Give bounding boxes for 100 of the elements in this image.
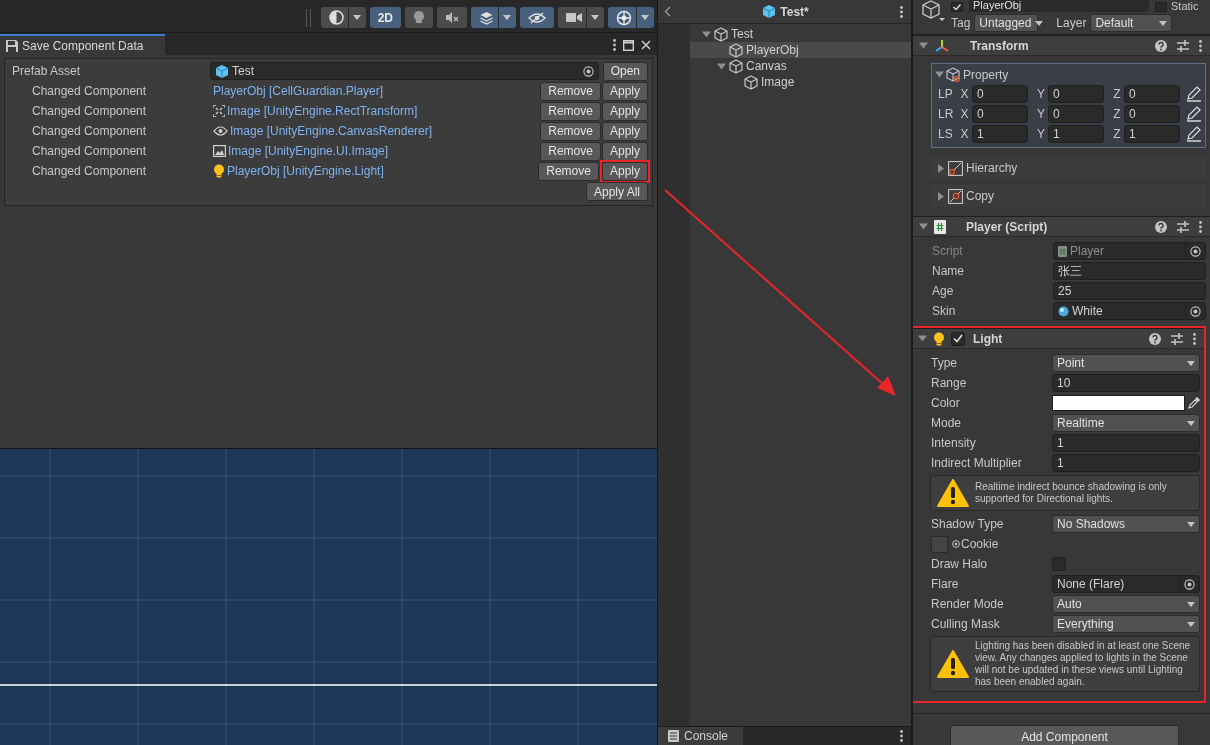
text-field[interactable]: 1 xyxy=(1052,454,1200,472)
text-field[interactable]: 张三 xyxy=(1053,262,1206,280)
layer-dropdown[interactable]: Default xyxy=(1090,14,1173,32)
object-picker-icon[interactable] xyxy=(952,540,960,548)
color-swatch[interactable] xyxy=(1052,395,1185,411)
foldout-arrow-icon[interactable] xyxy=(935,70,944,79)
text-field[interactable]: 25 xyxy=(1053,282,1206,300)
help-icon[interactable] xyxy=(1155,220,1167,233)
pencil-icon[interactable] xyxy=(1186,106,1202,122)
component-link[interactable]: Image [UnityEngine.UI.Image] xyxy=(210,144,541,158)
dropdown-field[interactable]: No Shadows xyxy=(1052,515,1200,533)
presets-icon[interactable] xyxy=(1177,220,1189,233)
remove-button[interactable]: Remove xyxy=(540,121,601,141)
lighting-toggle-button[interactable] xyxy=(405,7,433,28)
more-options-icon[interactable] xyxy=(613,39,616,51)
pencil-icon[interactable] xyxy=(1186,126,1202,142)
eyedropper-icon[interactable] xyxy=(1188,397,1200,409)
number-field[interactable]: 1 xyxy=(972,125,1028,143)
hierarchy-item[interactable]: Image xyxy=(690,74,911,90)
foldout-header[interactable]: Copy xyxy=(931,185,1206,207)
dropdown-field[interactable]: Realtime xyxy=(1052,414,1200,432)
help-icon[interactable] xyxy=(1155,39,1167,52)
number-field[interactable]: 0 xyxy=(972,105,1028,123)
component-header[interactable]: Player (Script) xyxy=(913,216,1210,237)
presets-icon[interactable] xyxy=(1177,39,1189,52)
remove-button[interactable]: Remove xyxy=(540,81,601,101)
draw-mode-button[interactable] xyxy=(320,7,366,28)
more-options-icon[interactable] xyxy=(900,5,903,18)
number-field[interactable]: 0 xyxy=(972,85,1028,103)
object-picker-icon[interactable] xyxy=(582,65,594,77)
foldout-arrow-icon[interactable] xyxy=(702,29,711,39)
more-options-icon[interactable] xyxy=(1199,220,1202,233)
console-tab[interactable]: Console xyxy=(658,727,743,745)
foldout-header[interactable]: Hierarchy xyxy=(931,157,1206,179)
more-options-icon[interactable] xyxy=(1199,39,1202,52)
component-header[interactable]: Light xyxy=(913,328,1204,349)
dropdown-field[interactable]: Point xyxy=(1052,354,1200,372)
remove-button[interactable]: Remove xyxy=(540,141,601,161)
checkbox[interactable] xyxy=(951,2,963,12)
2d-toggle-button[interactable]: 2D xyxy=(369,7,401,28)
object-picker-icon[interactable] xyxy=(1184,578,1195,590)
hierarchy-item[interactable]: PlayerObj xyxy=(690,42,911,58)
dropdown-field[interactable]: Auto xyxy=(1052,595,1200,613)
checkbox[interactable] xyxy=(1052,557,1066,571)
presets-icon[interactable] xyxy=(1171,332,1183,345)
component-link[interactable]: Image [UnityEngine.RectTransform] xyxy=(210,104,541,118)
apply-button[interactable]: Apply xyxy=(601,121,648,141)
foldout-arrow-icon[interactable] xyxy=(936,163,945,173)
apply-button[interactable]: Apply xyxy=(601,101,648,121)
object-field[interactable]: None (Flare) xyxy=(1052,575,1200,593)
field-label: Color xyxy=(931,396,961,410)
foldout-arrow-icon[interactable] xyxy=(717,61,726,71)
text-field[interactable]: 1 xyxy=(1052,434,1200,452)
apply-button[interactable]: Apply xyxy=(601,161,648,181)
foldout-arrow-icon[interactable] xyxy=(936,191,945,201)
more-options-icon[interactable] xyxy=(1193,332,1196,345)
number-field[interactable]: 0 xyxy=(1124,105,1180,123)
number-field[interactable]: 1 xyxy=(1048,125,1104,143)
foldout-arrow-icon[interactable] xyxy=(919,41,928,50)
gizmos-button[interactable] xyxy=(608,7,654,28)
more-options-icon[interactable] xyxy=(900,730,903,742)
close-icon[interactable] xyxy=(641,40,651,50)
foldout-arrow-icon[interactable] xyxy=(918,334,927,343)
effects-button[interactable] xyxy=(471,7,516,28)
remove-button[interactable]: Remove xyxy=(538,161,599,181)
visibility-toggle-button[interactable] xyxy=(520,7,554,28)
help-icon[interactable] xyxy=(1149,332,1161,345)
number-field[interactable]: 0 xyxy=(1048,85,1104,103)
enabled-checkbox[interactable] xyxy=(951,331,965,346)
apply-button[interactable]: Apply xyxy=(601,81,648,101)
apply-all-button[interactable]: Apply All xyxy=(585,182,648,201)
number-field[interactable]: 0 xyxy=(1048,105,1104,123)
window-tab[interactable]: Save Component Data xyxy=(0,34,165,55)
object-field[interactable]: White xyxy=(1053,302,1206,320)
prefab-field[interactable]: Test xyxy=(210,62,599,80)
checkbox[interactable] xyxy=(1155,2,1167,12)
caret-icon xyxy=(1187,360,1195,366)
hierarchy-item[interactable]: Test xyxy=(690,26,911,42)
number-field[interactable]: 1 xyxy=(1124,125,1180,143)
row-label: LS xyxy=(937,127,954,141)
remove-button[interactable]: Remove xyxy=(540,101,601,121)
apply-button[interactable]: Apply xyxy=(601,141,648,161)
back-chevron-icon[interactable] xyxy=(664,6,671,17)
pencil-icon[interactable] xyxy=(1186,86,1202,102)
dropdown-field[interactable]: Everything xyxy=(1052,615,1200,633)
component-header[interactable]: Transform xyxy=(913,35,1210,56)
maximize-icon[interactable] xyxy=(623,39,634,51)
number-field[interactable]: 0 xyxy=(1124,85,1180,103)
component-link[interactable]: PlayerObj [CellGuardian.Player] xyxy=(210,84,541,98)
text-field[interactable]: 10 xyxy=(1052,374,1200,392)
hierarchy-item[interactable]: Canvas xyxy=(690,58,911,74)
add-component-button[interactable]: Add Component xyxy=(950,725,1179,745)
component-link[interactable]: Image [UnityEngine.CanvasRenderer] xyxy=(210,124,541,138)
foldout-arrow-icon[interactable] xyxy=(919,222,928,231)
object-name-field[interactable]: PlayerObj xyxy=(969,0,1149,12)
open-button[interactable]: Open xyxy=(602,61,648,81)
object-picker-icon[interactable] xyxy=(1190,305,1201,317)
audio-toggle-button[interactable] xyxy=(437,7,467,28)
camera-button[interactable] xyxy=(558,7,604,28)
component-link[interactable]: PlayerObj [UnityEngine.Light] xyxy=(210,164,539,178)
